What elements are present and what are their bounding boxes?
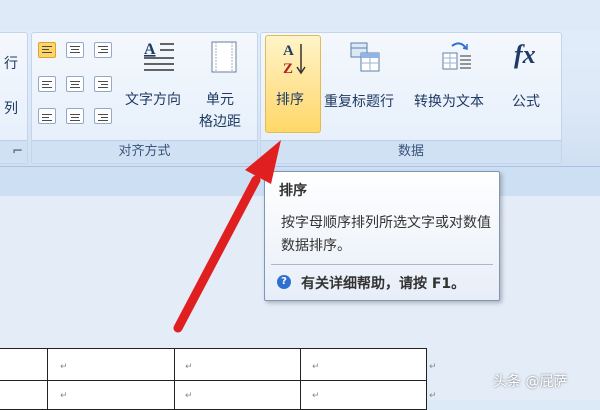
watermark: 头条 @屁萨 xyxy=(493,374,568,390)
red-arrow-annotation xyxy=(173,140,281,333)
